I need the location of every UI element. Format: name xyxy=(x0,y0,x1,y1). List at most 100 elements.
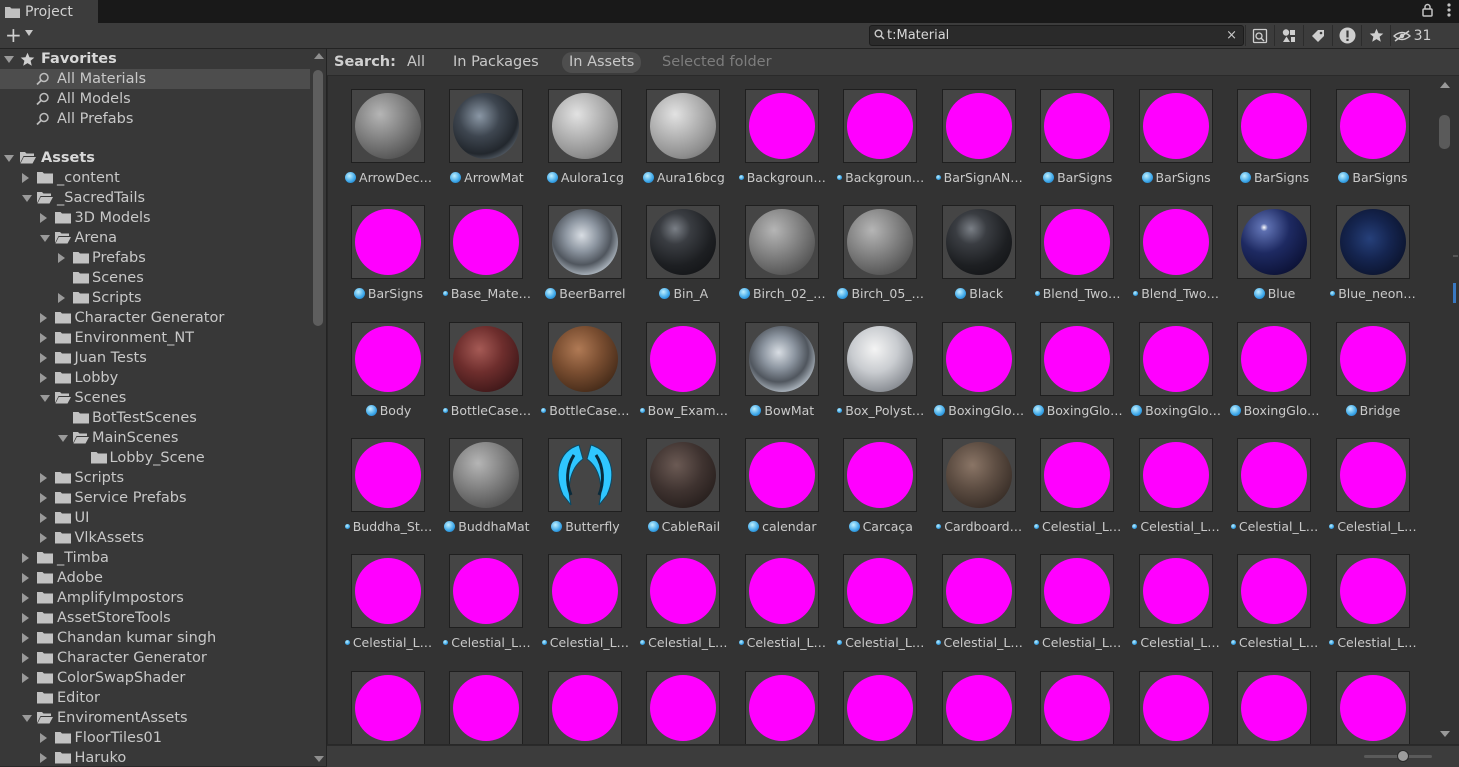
asset-tile[interactable]: Blend_Two… xyxy=(1116,192,1219,302)
expand-arrow-down-icon[interactable] xyxy=(40,235,50,242)
asset-tile[interactable]: Celestial_L… xyxy=(426,541,531,651)
expand-arrow-right-icon[interactable] xyxy=(40,493,47,503)
tree-item-folder[interactable]: Adobe xyxy=(0,568,310,588)
tree-item-folder[interactable]: ColorSwapShader xyxy=(0,668,310,688)
expand-arrow-right-icon[interactable] xyxy=(40,473,47,483)
asset-tile[interactable] xyxy=(1313,658,1410,744)
expand-arrow-right-icon[interactable] xyxy=(22,613,29,623)
grid-scroll-down-arrow-icon[interactable] xyxy=(1440,731,1450,737)
tree-item-folder[interactable]: UI xyxy=(0,508,310,528)
tree-item-folder[interactable]: Lobby xyxy=(0,368,310,388)
expand-arrow-right-icon[interactable] xyxy=(22,593,29,603)
asset-tile[interactable]: BarSigns xyxy=(1017,76,1115,186)
tree-item-favorites[interactable]: Favorites xyxy=(0,49,310,69)
asset-tile[interactable]: Birch_05_… xyxy=(820,192,924,302)
expand-arrow-down-icon[interactable] xyxy=(40,395,50,402)
asset-tile[interactable]: Black xyxy=(919,192,1016,302)
tree-item-folder[interactable]: _content xyxy=(0,168,310,188)
log-filter-button[interactable] xyxy=(1332,25,1361,46)
asset-tile[interactable]: Birch_02_… xyxy=(722,192,826,302)
icon-size-slider-handle[interactable] xyxy=(1397,750,1409,762)
asset-tile[interactable]: Buddha_St… xyxy=(328,425,432,535)
expand-arrow-right-icon[interactable] xyxy=(40,733,47,743)
asset-tile[interactable]: Celestial_L… xyxy=(623,541,728,651)
tree-item-folder[interactable]: Environment_NT xyxy=(0,328,310,348)
expand-arrow-down-icon[interactable] xyxy=(22,195,32,202)
tree-item-folder[interactable]: VlkAssets xyxy=(0,528,310,548)
grid-scroll-up-arrow-icon[interactable] xyxy=(1440,82,1450,88)
asset-tile[interactable]: calendar xyxy=(722,425,819,535)
asset-tile[interactable]: Body xyxy=(328,309,425,419)
tree-item-folder[interactable]: MainScenes xyxy=(0,428,310,448)
create-button[interactable]: + xyxy=(5,24,22,46)
clear-search-button[interactable]: × xyxy=(1226,26,1237,45)
expand-arrow-right-icon[interactable] xyxy=(22,553,29,563)
asset-tile[interactable]: Aulora1cg xyxy=(525,76,624,186)
asset-tile[interactable]: Bow_Exam… xyxy=(623,309,728,419)
expand-arrow-right-icon[interactable] xyxy=(22,573,29,583)
folder-tree[interactable]: Favorites All Materials All Models All Pref… xyxy=(0,49,327,766)
asset-tile[interactable]: Celestial_L… xyxy=(820,541,924,651)
tree-item-folder[interactable]: Juan Tests xyxy=(0,348,310,368)
favorite-item[interactable]: All Prefabs xyxy=(0,109,310,129)
expand-arrow-right-icon[interactable] xyxy=(40,513,47,523)
asset-tile[interactable]: Backgroun… xyxy=(722,76,826,186)
asset-tile[interactable]: Bin_A xyxy=(623,192,721,302)
asset-tile[interactable]: Blue xyxy=(1214,192,1312,302)
expand-arrow-right-icon[interactable] xyxy=(40,313,47,323)
asset-tile[interactable]: Celestial_L… xyxy=(1214,425,1318,535)
tree-item-folder[interactable]: Character Generator xyxy=(0,648,310,668)
asset-tile[interactable]: Celestial_L… xyxy=(919,541,1023,651)
asset-tile[interactable]: Base_Mate… xyxy=(426,192,531,302)
asset-tile[interactable]: BoxingGlo… xyxy=(919,309,1024,419)
asset-tile[interactable]: BowMat xyxy=(722,309,819,419)
tree-item-folder[interactable]: FloorTiles01 xyxy=(0,728,310,748)
more-options-icon[interactable] xyxy=(1447,3,1451,17)
scope-in-packages-button[interactable]: In Packages xyxy=(453,52,539,73)
create-dropdown-arrow-icon[interactable] xyxy=(25,30,33,36)
asset-tile[interactable]: ArrowMat xyxy=(426,76,524,186)
asset-tile[interactable]: Celestial_L… xyxy=(1116,541,1220,651)
search-by-type-button[interactable] xyxy=(1245,25,1274,46)
asset-tile[interactable] xyxy=(1214,658,1312,744)
tree-item-folder[interactable]: Scripts xyxy=(0,288,310,308)
tree-item-folder[interactable]: Service Prefabs xyxy=(0,488,310,508)
asset-tile[interactable]: BoxingGlo… xyxy=(1116,309,1221,419)
expand-arrow-right-icon[interactable] xyxy=(22,673,29,683)
save-search-button[interactable] xyxy=(1361,25,1390,46)
tab-project[interactable]: Project xyxy=(0,0,98,23)
asset-tile[interactable]: BuddhaMat xyxy=(426,425,530,535)
asset-tile[interactable]: BarSigns xyxy=(1116,76,1213,186)
asset-tile[interactable] xyxy=(1116,658,1213,744)
tree-item-folder[interactable]: BotTestScenes xyxy=(0,408,310,428)
asset-tile[interactable] xyxy=(1017,658,1115,744)
asset-grid[interactable]: ArrowDec… ArrowMat Aulora1cg Aura16bcg Backg… xyxy=(328,76,1436,744)
tree-item-folder[interactable]: EnviromentAssets xyxy=(0,708,310,728)
scope-in-assets-button[interactable]: In Assets xyxy=(562,52,642,73)
tree-item-folder[interactable]: Scenes xyxy=(0,268,310,288)
expand-arrow-right-icon[interactable] xyxy=(58,253,65,263)
scroll-up-arrow-icon[interactable] xyxy=(314,53,324,59)
asset-tile[interactable]: BoxingGlo… xyxy=(1214,309,1319,419)
tree-item-folder[interactable]: Editor xyxy=(0,688,310,708)
asset-tile[interactable]: BarSigns xyxy=(328,192,425,302)
tree-item-folder[interactable]: Character Generator xyxy=(0,308,310,328)
asset-tile[interactable] xyxy=(820,658,918,744)
scope-all-button[interactable]: All xyxy=(407,52,425,73)
expand-arrow-right-icon[interactable] xyxy=(40,353,47,363)
asset-tile[interactable]: Celestial_L… xyxy=(1313,541,1417,651)
asset-tile[interactable]: BarSignAN… xyxy=(919,76,1023,186)
asset-tile[interactable]: Bridge xyxy=(1313,309,1410,419)
expand-arrow-down-icon[interactable] xyxy=(4,155,14,162)
asset-tile[interactable]: BottleCase… xyxy=(525,309,630,419)
expand-arrow-right-icon[interactable] xyxy=(40,533,47,543)
asset-tile[interactable] xyxy=(919,658,1016,744)
scope-selected-folder-button[interactable]: Selected folder xyxy=(662,52,772,73)
asset-tile[interactable]: Backgroun… xyxy=(820,76,924,186)
asset-tile[interactable]: BarSigns xyxy=(1313,76,1410,186)
asset-tile[interactable]: Celestial_L… xyxy=(722,541,826,651)
expand-arrow-right-icon[interactable] xyxy=(40,753,47,763)
asset-tile[interactable] xyxy=(525,658,622,744)
expand-arrow-right-icon[interactable] xyxy=(58,293,65,303)
asset-tile[interactable]: Blend_Two… xyxy=(1017,192,1121,302)
